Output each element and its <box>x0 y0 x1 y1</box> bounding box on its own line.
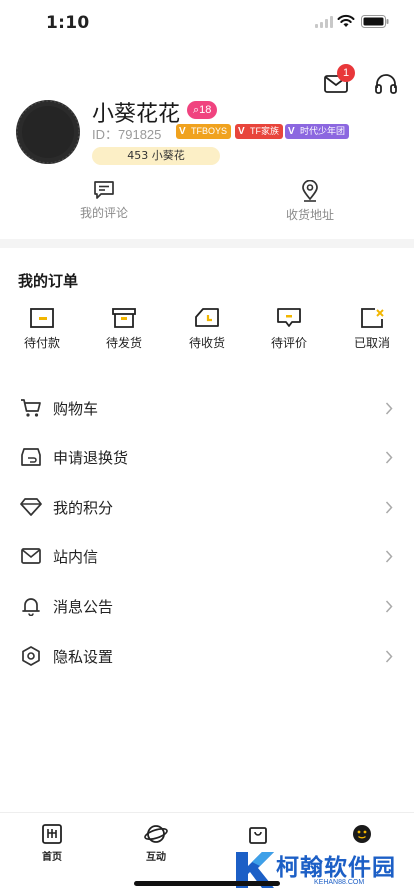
diamond-icon <box>20 498 42 516</box>
order-pending-payment[interactable]: 待付款 <box>12 307 72 351</box>
chevron-right-icon <box>385 650 393 663</box>
my-comments-link[interactable]: 我的评论 <box>54 180 154 221</box>
battery-icon <box>361 15 389 28</box>
user-id: ID：791825 <box>92 127 162 142</box>
shipping-address-link[interactable]: 收货地址 <box>260 180 360 223</box>
menu-privacy-settings-label: 隐私设置 <box>53 648 114 666</box>
chevron-right-icon <box>385 501 393 514</box>
order-pending-receipt[interactable]: 待收货 <box>177 307 237 351</box>
bag-icon <box>249 827 267 844</box>
order-pending-review[interactable]: 待评价 <box>259 307 319 351</box>
order-pending-receipt-label: 待收货 <box>188 336 225 350</box>
shipping-address-label: 收货地址 <box>285 208 334 222</box>
box-icon <box>112 308 136 328</box>
tab-me[interactable] <box>332 823 392 848</box>
orders-title: 我的订单 <box>18 272 79 290</box>
section-divider <box>0 239 414 248</box>
level-badge: ⌕18 <box>187 101 218 119</box>
menu-my-points[interactable]: 我的积分 <box>0 487 414 527</box>
menu-cart-label: 购物车 <box>53 400 99 418</box>
signal-icon <box>315 16 333 28</box>
wifi-icon <box>337 14 355 27</box>
envelope-icon <box>21 548 41 564</box>
order-pending-payment-label: 待付款 <box>23 336 60 350</box>
menu-inbox[interactable]: 站内信 <box>0 536 414 576</box>
order-pending-shipment[interactable]: 待发货 <box>94 307 154 351</box>
headset-icon <box>375 74 397 94</box>
tag-tf-family: TF家族 <box>235 124 283 139</box>
menu-announcements-label: 消息公告 <box>53 598 114 616</box>
points-pill[interactable]: 453 小葵花 <box>92 147 220 165</box>
tab-home[interactable]: 首页 <box>22 823 82 863</box>
tag-shidai-shaonian: 时代少年团 <box>285 124 350 139</box>
menu-inbox-label: 站内信 <box>53 548 99 566</box>
tag-tfboys: TFBOYS <box>176 124 232 139</box>
status-bar: 1:10 <box>0 0 414 44</box>
watermark-url: KEHAN88.COM <box>314 879 365 886</box>
wallet-icon <box>30 308 54 328</box>
chevron-right-icon <box>385 600 393 613</box>
tab-interact-label: 互动 <box>146 852 166 863</box>
tab-shop[interactable] <box>228 823 288 848</box>
cart-icon <box>21 399 41 417</box>
level-value: 18 <box>199 104 212 116</box>
chevron-right-icon <box>385 402 393 415</box>
menu-my-points-label: 我的积分 <box>53 499 114 517</box>
me-icon <box>353 825 371 843</box>
order-cancelled-label: 已取消 <box>353 336 390 350</box>
menu-announcements[interactable]: 消息公告 <box>0 586 414 626</box>
comment-icon <box>94 181 114 199</box>
location-icon <box>302 180 318 202</box>
return-icon <box>21 448 41 466</box>
truck-icon <box>195 308 219 327</box>
status-time: 1:10 <box>46 13 90 33</box>
settings-icon <box>22 646 40 666</box>
notification-badge: 1 <box>337 64 355 82</box>
bell-icon <box>22 598 40 616</box>
order-cancelled[interactable]: 已取消 <box>342 307 402 351</box>
menu-privacy-settings[interactable]: 隐私设置 <box>0 636 414 676</box>
menu-return-exchange-label: 申请退换货 <box>53 449 129 467</box>
menu-cart[interactable]: 购物车 <box>0 388 414 428</box>
watermark-name: 柯翰软件园 <box>276 855 396 881</box>
avatar-image <box>16 100 80 164</box>
chevron-right-icon <box>385 451 393 464</box>
tab-interact[interactable]: 互动 <box>126 823 186 863</box>
home-indicator <box>134 881 280 886</box>
planet-icon <box>144 825 168 843</box>
customer-service-button[interactable] <box>372 70 400 98</box>
order-pending-shipment-label: 待发货 <box>105 336 142 350</box>
tab-home-label: 首页 <box>42 852 62 863</box>
home-icon <box>42 824 62 844</box>
chevron-right-icon <box>385 550 393 563</box>
review-icon <box>277 308 301 327</box>
cancelled-icon <box>361 308 384 328</box>
order-pending-review-label: 待评价 <box>270 336 307 350</box>
avatar[interactable] <box>16 100 80 164</box>
my-comments-label: 我的评论 <box>79 206 128 220</box>
menu-return-exchange[interactable]: 申请退换货 <box>0 437 414 477</box>
